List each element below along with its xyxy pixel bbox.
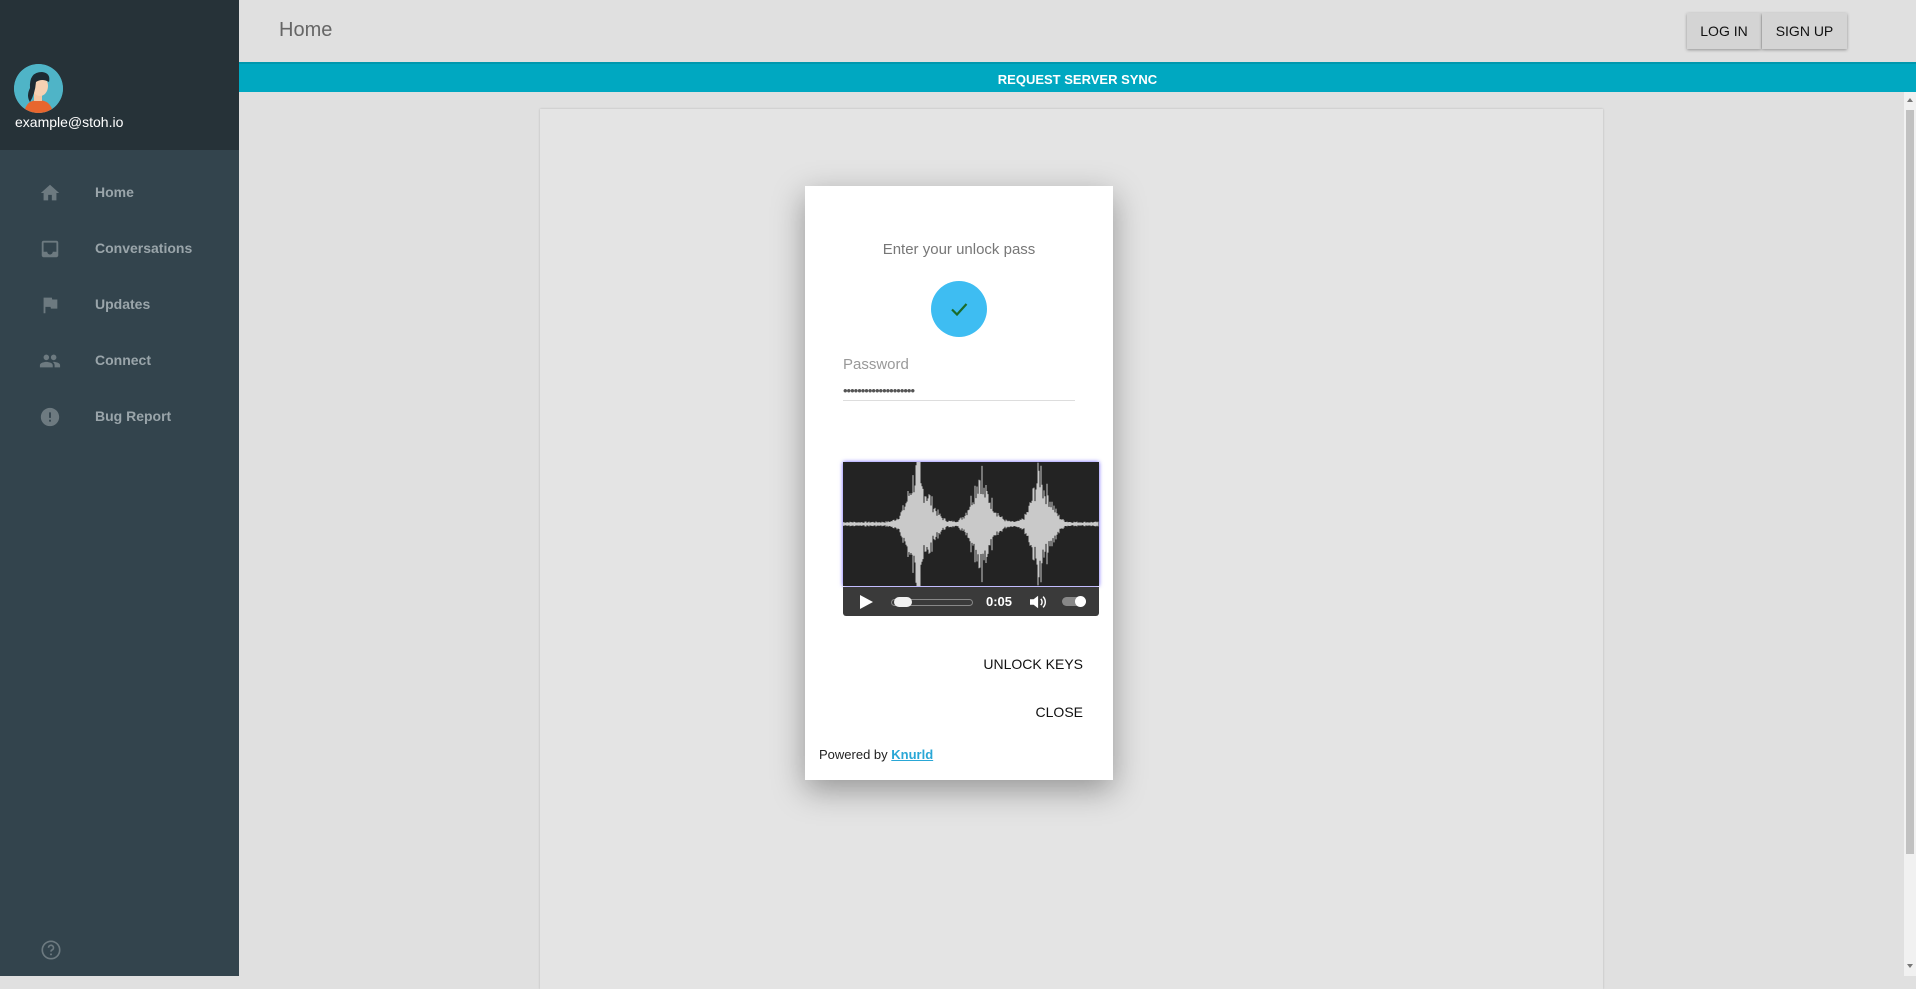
sidebar-item-bug-report[interactable]: Bug Report [0,388,239,444]
dialog-title: Enter your unlock pass [882,241,1036,258]
user-email: example@stoh.io [15,114,124,130]
sidebar-item-updates[interactable]: Updates [0,276,239,332]
flag-icon [43,297,58,314]
sidebar-item-label: Bug Report [95,408,172,424]
powered-by: Powered by Knurld [819,747,933,762]
sidebar-item-conversations[interactable]: Conversations [0,220,239,276]
home-icon [40,184,60,201]
sidebar-item-label: Home [95,184,134,200]
audio-controls: 0:05 [843,587,1099,616]
app-header: Home LOG IN SIGN UP [239,0,1916,62]
password-field[interactable] [843,380,1075,401]
sidebar-item-home[interactable]: Home [0,164,239,220]
sidebar-item-label: Updates [95,296,151,312]
help-icon[interactable] [40,939,62,961]
sidebar-item-label: Conversations [95,240,193,256]
scroll-down-arrow-icon[interactable] [1907,964,1913,968]
check-badge [931,281,987,337]
sidebar: example@stoh.io Home Conversations Updat… [0,0,239,976]
volume-slider[interactable] [1062,596,1086,607]
sidebar-item-connect[interactable]: Connect [0,332,239,388]
audio-time: 0:05 [986,594,1013,609]
scroll-thumb[interactable] [1906,110,1914,854]
user-panel: example@stoh.io [0,0,239,150]
log-in-button[interactable]: LOG IN [1687,13,1761,49]
volume-icon[interactable] [1028,593,1050,611]
scroll-up-arrow-icon[interactable] [1907,98,1913,102]
seek-thumb[interactable] [894,597,913,607]
sidebar-nav: Home Conversations Updates Connect Bug R… [0,164,239,444]
avatar[interactable] [14,64,63,113]
knurld-link[interactable]: Knurld [891,747,933,762]
sidebar-item-label: Connect [95,352,151,368]
check-icon [951,303,968,317]
unlock-dialog: Enter your unlock pass Password 0:05 UNL… [805,186,1113,780]
close-button[interactable]: CLOSE [1036,704,1083,720]
volume-knob[interactable] [1075,596,1086,607]
sign-up-button[interactable]: SIGN UP [1762,13,1847,49]
request-server-sync-button[interactable]: REQUEST SERVER SYNC [239,62,1916,92]
people-icon [39,354,61,368]
powered-by-text: Powered by [819,747,888,762]
alert-icon [40,407,60,427]
scrollbar[interactable] [1904,92,1916,976]
play-icon[interactable] [860,595,873,609]
password-label: Password [843,356,909,373]
page-title: Home [279,19,333,41]
unlock-keys-button[interactable]: UNLOCK KEYS [983,656,1083,672]
inbox-icon [41,240,59,258]
audio-waveform[interactable] [842,452,1099,596]
